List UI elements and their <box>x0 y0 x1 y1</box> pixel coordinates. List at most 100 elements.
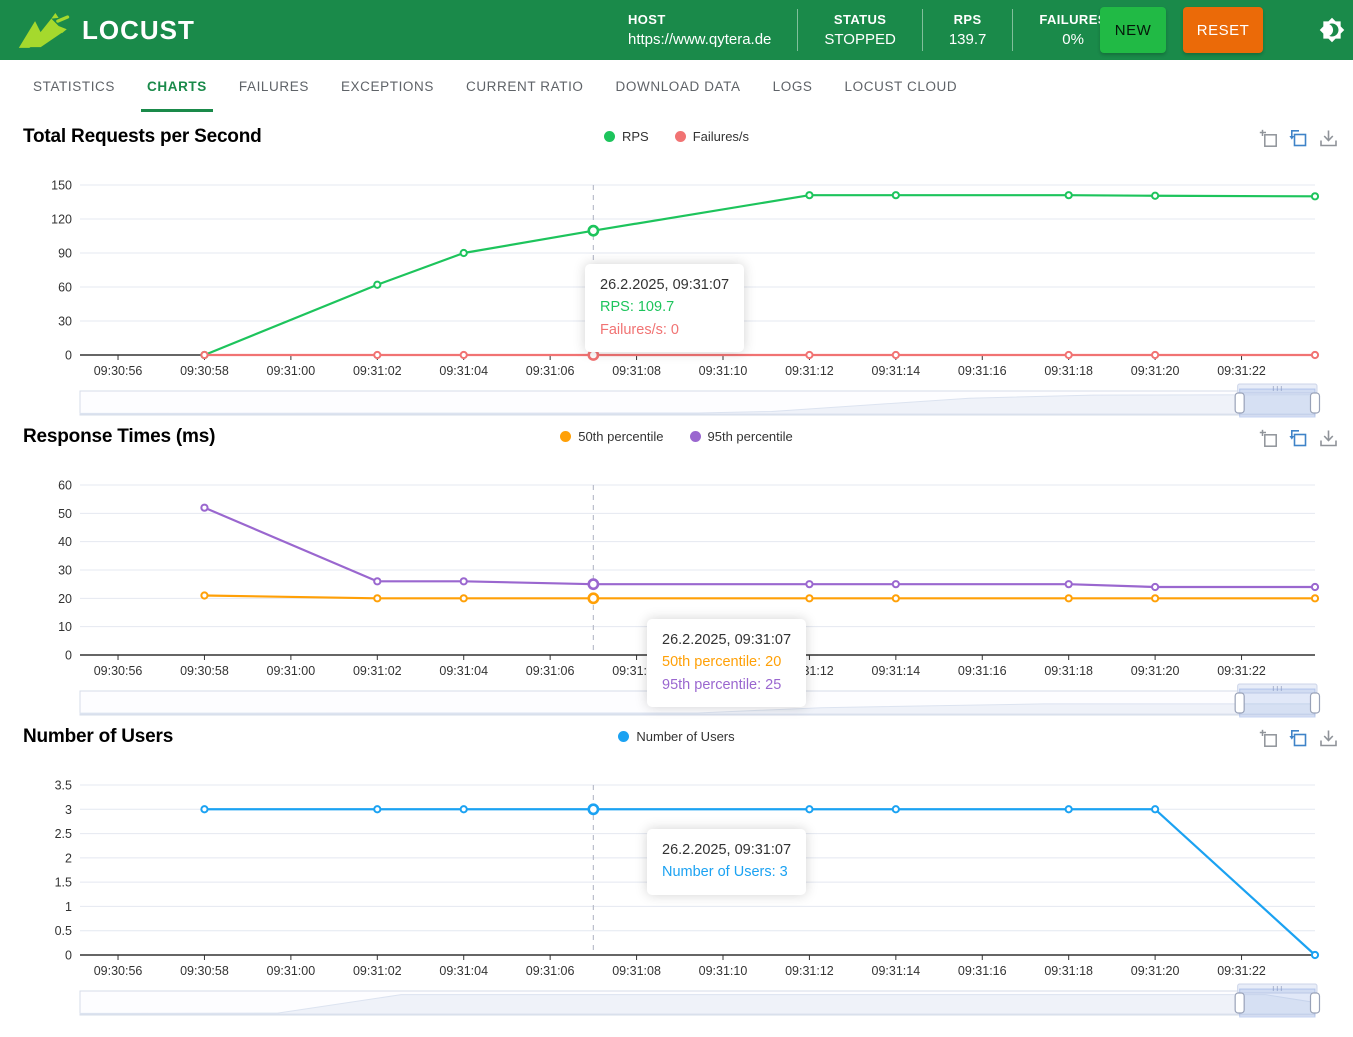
data-point <box>1312 352 1318 358</box>
data-point <box>1066 192 1072 198</box>
data-point <box>806 192 812 198</box>
data-point <box>1066 595 1072 601</box>
x-axis-label: 09:31:10 <box>699 964 748 978</box>
x-axis-label: 09:31:00 <box>267 664 316 678</box>
y-axis-label: 90 <box>58 247 72 261</box>
x-axis-label: 09:31:12 <box>785 364 834 378</box>
data-point <box>893 352 899 358</box>
x-axis-label: 09:31:02 <box>353 364 402 378</box>
y-axis-label: 0 <box>65 949 72 963</box>
y-axis-label: 60 <box>58 281 72 295</box>
chart-2[interactable]: 00.511.522.533.509:30:5609:30:5809:31:00… <box>55 779 1320 1018</box>
y-axis-label: 20 <box>58 592 72 606</box>
slider-handle[interactable] <box>1235 393 1244 413</box>
slider-handle[interactable] <box>1311 393 1320 413</box>
data-point <box>806 352 812 358</box>
data-point <box>1152 806 1158 812</box>
data-point <box>374 282 380 288</box>
x-axis-label: 09:31:06 <box>526 364 575 378</box>
data-point <box>893 581 899 587</box>
chart-tooltip: 26.2.2025, 09:31:07 50th percentile: 209… <box>647 619 806 707</box>
data-point <box>806 581 812 587</box>
data-point <box>589 805 598 814</box>
tooltip-row: 95th percentile: 25 <box>662 674 791 696</box>
data-point <box>893 192 899 198</box>
data-point <box>1312 584 1318 590</box>
x-axis-label: 09:31:00 <box>267 364 316 378</box>
tooltip-date: 26.2.2025, 09:31:07 <box>600 274 729 296</box>
tooltip-date: 26.2.2025, 09:31:07 <box>662 839 791 861</box>
data-point <box>201 592 207 598</box>
data-point <box>1312 952 1318 958</box>
data-point <box>1312 193 1318 199</box>
y-axis-label: 1.5 <box>55 876 72 890</box>
x-axis-label: 09:31:18 <box>1044 364 1093 378</box>
data-point <box>201 505 207 511</box>
data-point <box>1312 595 1318 601</box>
x-axis-label: 09:30:58 <box>180 664 229 678</box>
data-point <box>201 352 207 358</box>
y-axis-label: 2 <box>65 851 72 865</box>
data-point <box>589 580 598 589</box>
x-axis-label: 09:31:14 <box>872 364 921 378</box>
data-point <box>461 352 467 358</box>
y-axis-label: 3 <box>65 803 72 817</box>
data-point <box>461 595 467 601</box>
slider-selection[interactable] <box>1240 689 1315 717</box>
y-axis-label: 0 <box>65 649 72 663</box>
x-axis-label: 09:31:02 <box>353 664 402 678</box>
x-axis-label: 09:31:06 <box>526 964 575 978</box>
x-axis-label: 09:30:58 <box>180 964 229 978</box>
data-point <box>1152 595 1158 601</box>
x-axis-label: 09:31:04 <box>439 364 488 378</box>
x-axis-label: 09:31:18 <box>1044 664 1093 678</box>
data-point <box>461 578 467 584</box>
data-point <box>1152 193 1158 199</box>
chart-tooltip: 26.2.2025, 09:31:07 RPS: 109.7Failures/s… <box>585 264 744 352</box>
series-line-50th-percentile <box>204 596 1315 599</box>
y-axis-label: 150 <box>51 179 72 193</box>
x-axis-label: 09:31:14 <box>872 964 921 978</box>
x-axis-label: 09:31:22 <box>1217 364 1266 378</box>
datazoom-slider[interactable] <box>80 984 1320 1017</box>
x-axis-label: 09:31:08 <box>612 364 661 378</box>
slider-selection[interactable] <box>1240 389 1315 417</box>
data-point <box>374 595 380 601</box>
slider-selection[interactable] <box>1240 989 1315 1017</box>
x-axis-label: 09:31:04 <box>439 664 488 678</box>
x-axis-label: 09:31:02 <box>353 964 402 978</box>
data-point <box>589 594 598 603</box>
slider-handle[interactable] <box>1235 993 1244 1013</box>
slider-handle[interactable] <box>1311 993 1320 1013</box>
slider-handle[interactable] <box>1311 693 1320 713</box>
y-axis-label: 30 <box>58 564 72 578</box>
x-axis-label: 09:31:18 <box>1044 964 1093 978</box>
x-axis-label: 09:31:06 <box>526 664 575 678</box>
x-axis-label: 09:31:20 <box>1131 964 1180 978</box>
data-point <box>893 806 899 812</box>
data-point <box>893 595 899 601</box>
data-point <box>1066 352 1072 358</box>
x-axis-label: 09:31:16 <box>958 664 1007 678</box>
data-point <box>589 226 598 235</box>
x-axis-label: 09:31:20 <box>1131 664 1180 678</box>
x-axis-label: 09:31:10 <box>699 364 748 378</box>
data-point <box>1152 352 1158 358</box>
tooltip-row: RPS: 109.7 <box>600 296 729 318</box>
x-axis-label: 09:31:12 <box>785 964 834 978</box>
data-point <box>374 578 380 584</box>
x-axis-label: 09:31:16 <box>958 364 1007 378</box>
data-point <box>461 250 467 256</box>
x-axis-label: 09:31:20 <box>1131 364 1180 378</box>
data-point <box>374 352 380 358</box>
data-point <box>374 806 380 812</box>
y-axis-label: 50 <box>58 507 72 521</box>
x-axis-label: 09:30:56 <box>94 964 143 978</box>
datazoom-slider[interactable] <box>80 384 1320 417</box>
y-axis-label: 0 <box>65 349 72 363</box>
x-axis-label: 09:30:58 <box>180 364 229 378</box>
tooltip-date: 26.2.2025, 09:31:07 <box>662 629 791 651</box>
chart-tooltip: 26.2.2025, 09:31:07 Number of Users: 3 <box>647 829 806 895</box>
slider-handle[interactable] <box>1235 693 1244 713</box>
y-axis-label: 30 <box>58 315 72 329</box>
